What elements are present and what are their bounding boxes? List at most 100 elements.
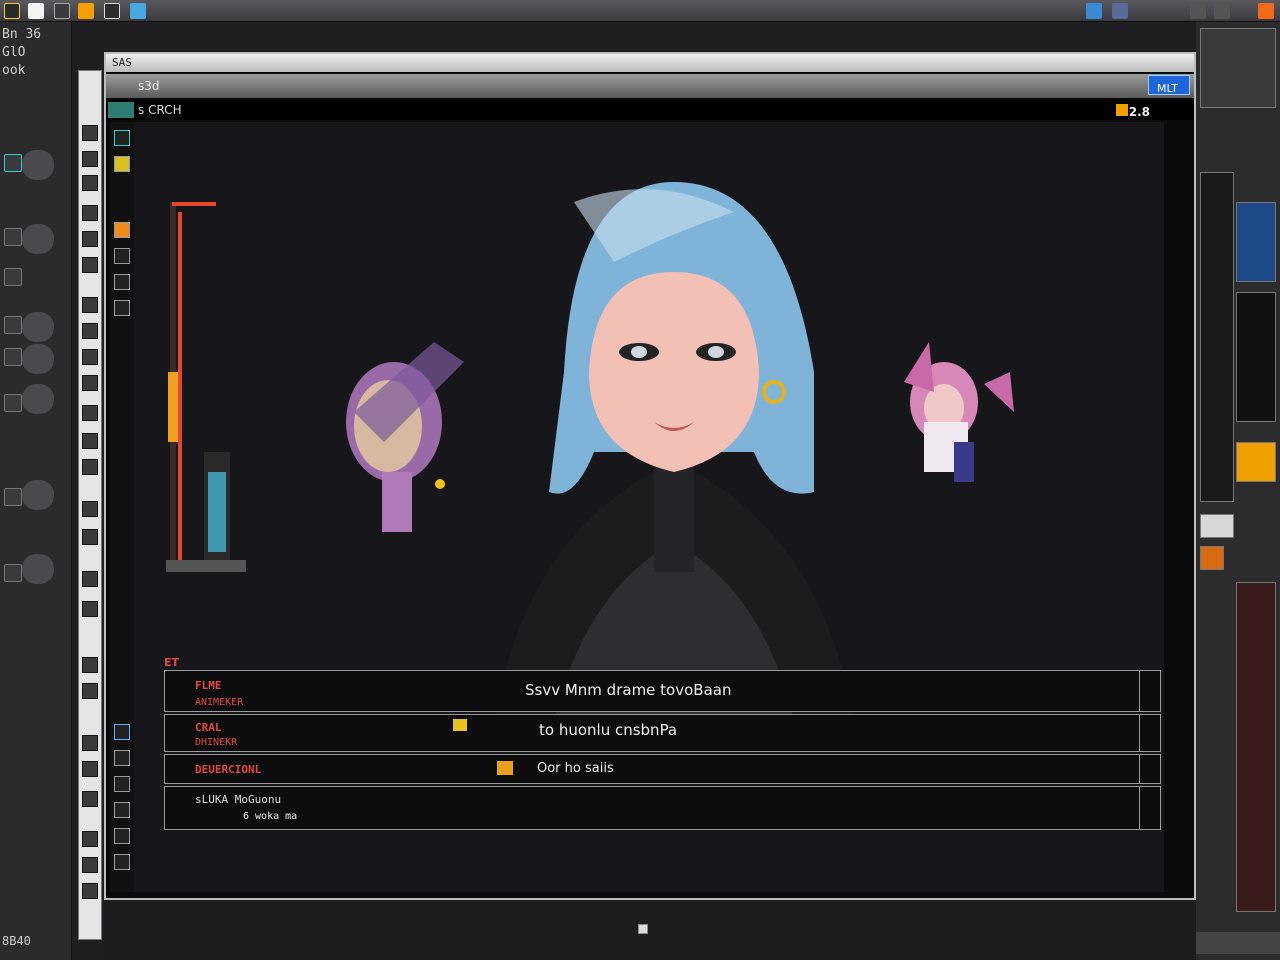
move-tool-icon[interactable]: [82, 125, 98, 141]
tablet-icon[interactable]: [104, 3, 120, 19]
menu-bar: s3d MLT: [106, 74, 1194, 98]
ruler-tool-icon[interactable]: [82, 571, 98, 587]
layer-description: Oor ho saiis: [537, 761, 614, 776]
triangle-icon[interactable]: [4, 228, 22, 246]
layer-row[interactable]: sLUKA MoGuonu 6 woka ma: [164, 786, 1161, 830]
gradient-tool-icon[interactable]: [82, 323, 98, 339]
status-indicator-icon: [638, 924, 648, 934]
tool-swatch[interactable]: [22, 480, 54, 510]
swatch-tool-icon[interactable]: [82, 761, 98, 777]
layer-delete-icon[interactable]: [114, 854, 130, 870]
eraser-tool-icon[interactable]: [82, 257, 98, 273]
onion-tool-icon[interactable]: [82, 791, 98, 807]
bucket-icon[interactable]: [4, 394, 22, 412]
layer-visibility-icon[interactable]: [1139, 754, 1161, 784]
eyedropper-tool-icon[interactable]: [82, 405, 98, 421]
properties-panel[interactable]: [1200, 172, 1234, 502]
canvas-tool-strip: [110, 122, 134, 892]
transform-icon[interactable]: [4, 268, 22, 286]
layer-up-icon[interactable]: [114, 802, 130, 818]
layer-add-icon[interactable]: [114, 724, 130, 740]
color-panel[interactable]: [1236, 442, 1276, 482]
layer-down-icon[interactable]: [114, 828, 130, 844]
layer-merge-icon[interactable]: [114, 776, 130, 792]
selection-icon[interactable]: [4, 154, 22, 172]
fill-tool-icon[interactable]: [82, 297, 98, 313]
mode-button-label: MLT: [1157, 82, 1178, 95]
pixel-post-artwork: [166, 202, 246, 572]
shape-tool-icon[interactable]: [82, 375, 98, 391]
crop-tool-icon[interactable]: [82, 175, 98, 191]
help-tool-icon[interactable]: [82, 883, 98, 899]
mirror-tool-icon[interactable]: [82, 529, 98, 545]
layer-badge-icon: [453, 719, 467, 731]
frame-icon[interactable]: [114, 130, 130, 146]
page-icon[interactable]: [114, 274, 130, 290]
monitor-icon[interactable]: [1112, 3, 1128, 19]
square-icon[interactable]: [4, 316, 22, 334]
tool-swatch[interactable]: [22, 344, 54, 374]
eraser-icon[interactable]: [4, 488, 22, 506]
grid-tool-icon[interactable]: [82, 501, 98, 517]
export-tool-icon[interactable]: [82, 831, 98, 847]
select-tool-icon[interactable]: [82, 151, 98, 167]
layer-row[interactable]: FLME ANIMEKER Ssvv Mnm drame tovoBaan: [164, 670, 1161, 712]
layers-icon[interactable]: [4, 564, 22, 582]
left-panel-footer: 8B40: [2, 934, 31, 948]
editor-window: SAS s3d MLT s CRCH 2.8 ET FLME ANIMEKER …: [104, 52, 1196, 900]
yellow-swatch-icon[interactable]: [114, 156, 130, 172]
hand-tool-icon[interactable]: [82, 433, 98, 449]
badge-icon[interactable]: [78, 3, 94, 19]
layer-visibility-icon[interactable]: [1139, 714, 1161, 752]
portrait-artwork: [494, 182, 854, 722]
doc-icon[interactable]: [114, 248, 130, 264]
orange-swatch-icon[interactable]: [114, 222, 130, 238]
tool-swatch[interactable]: [22, 224, 54, 254]
info-panel[interactable]: [1236, 292, 1276, 422]
menu-label[interactable]: s3d: [138, 79, 160, 93]
settings-tool-icon[interactable]: [82, 857, 98, 873]
pencil-tool-icon[interactable]: [82, 231, 98, 247]
zoom-tool-icon[interactable]: [82, 459, 98, 475]
tool-swatch[interactable]: [22, 150, 54, 180]
app-icon[interactable]: [4, 3, 20, 19]
layer-row[interactable]: DEUERCIONL Oor ho saiis: [164, 754, 1161, 784]
panel-swatch-icon[interactable]: [1200, 546, 1224, 570]
panel-toggle-button[interactable]: [1200, 514, 1234, 538]
layers-panel: ET FLME ANIMEKER Ssvv Mnm drame tovoBaan…: [164, 656, 1161, 840]
layer-tool-icon[interactable]: [82, 657, 98, 673]
network-icon[interactable]: [1190, 3, 1206, 19]
lasso-icon[interactable]: [4, 348, 22, 366]
folder-icon[interactable]: [28, 3, 44, 19]
battery-icon[interactable]: [1258, 3, 1274, 19]
palette-tool-icon[interactable]: [82, 735, 98, 751]
tool-swatch[interactable]: [22, 384, 54, 414]
layer-lock-icon[interactable]: [497, 761, 513, 775]
group-icon[interactable]: [114, 300, 130, 316]
mode-button[interactable]: MLT: [1148, 75, 1190, 95]
tool-swatch[interactable]: [22, 554, 54, 584]
brush-tool-icon[interactable]: [82, 205, 98, 221]
text-tool-icon[interactable]: [82, 349, 98, 365]
layers-panel-tab[interactable]: ET: [164, 656, 179, 669]
layer-visibility-icon[interactable]: [1139, 786, 1161, 830]
volume-icon[interactable]: [1214, 3, 1230, 19]
preview-panel[interactable]: [1236, 202, 1276, 282]
zoom-level[interactable]: 2.8: [1129, 102, 1150, 122]
document-tab-icon[interactable]: [108, 102, 134, 118]
photo-icon[interactable]: [130, 3, 146, 19]
layer-name: sLUKA MoGuonu: [195, 793, 282, 806]
left-tool-panel: Bn 36 GlO ook 8B40: [0, 22, 72, 960]
layer-visibility-icon[interactable]: [1139, 670, 1161, 712]
layer-row[interactable]: CRAL DHINEKR to huonlu cnsbnPa: [164, 714, 1161, 752]
frame-tool-icon[interactable]: [82, 683, 98, 699]
layer-dup-icon[interactable]: [114, 750, 130, 766]
navigator-panel[interactable]: [1200, 28, 1276, 108]
swatches-panel[interactable]: [1236, 582, 1276, 912]
tool-swatch[interactable]: [22, 312, 54, 342]
window-titlebar: SAS: [106, 54, 1194, 72]
lock-tool-icon[interactable]: [82, 601, 98, 617]
document-tab[interactable]: s CRCH: [138, 103, 182, 117]
chat-icon[interactable]: [1086, 3, 1102, 19]
pen-icon[interactable]: [54, 3, 70, 19]
